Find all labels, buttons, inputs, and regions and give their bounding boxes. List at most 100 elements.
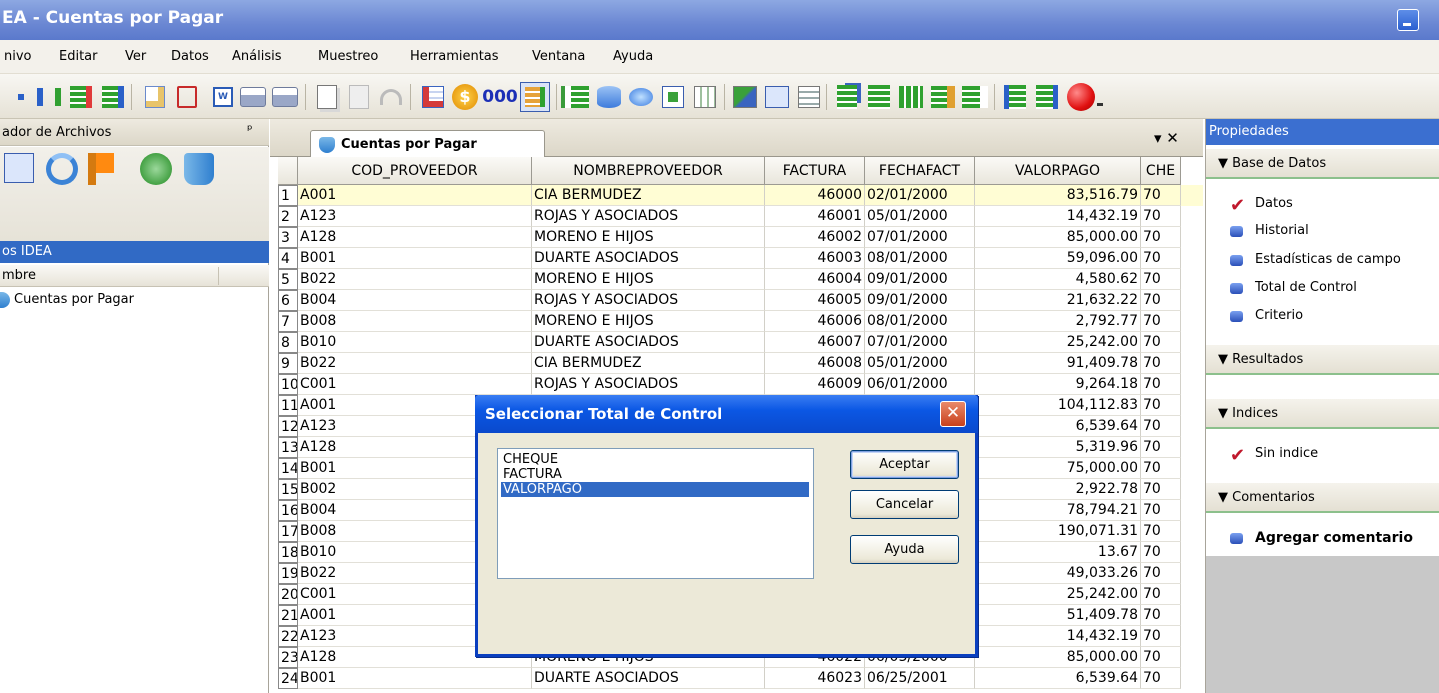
sphere-icon[interactable]: [626, 82, 656, 112]
cheque-cell[interactable]: 70: [1141, 563, 1181, 584]
cheque-cell[interactable]: 70: [1141, 185, 1181, 206]
valorpago-cell[interactable]: 49,033.26: [975, 563, 1141, 584]
menu-archivo[interactable]: nivo: [4, 49, 32, 64]
idea-files-section[interactable]: os IDEA: [0, 241, 269, 263]
menu-muestreo[interactable]: Muestreo: [318, 49, 378, 64]
valorpago-cell[interactable]: 14,432.19: [975, 626, 1141, 647]
edit-icon[interactable]: [140, 82, 170, 112]
cod-proveedor-cell[interactable]: B010: [298, 332, 532, 353]
cod-proveedor-cell[interactable]: A123: [298, 206, 532, 227]
sequence-icon[interactable]: [1032, 82, 1062, 112]
nombreproveedor-cell[interactable]: DUARTE ASOCIADOS: [532, 668, 765, 689]
cod-proveedor-cell[interactable]: B001: [298, 248, 532, 269]
cheque-cell[interactable]: 70: [1141, 416, 1181, 437]
menu-datos[interactable]: Datos: [171, 49, 209, 64]
fechafact-cell[interactable]: 05/01/2000: [865, 353, 975, 374]
cheque-cell[interactable]: 70: [1141, 437, 1181, 458]
factura-cell[interactable]: 46008: [765, 353, 865, 374]
table-row[interactable]: 4 B001 DUARTE ASOCIADOS 46003 08/01/2000 59,0…: [278, 248, 1203, 269]
valorpago-cell[interactable]: 21,632.22: [975, 290, 1141, 311]
fechafact-cell[interactable]: 07/01/2000: [865, 227, 975, 248]
table-row[interactable]: 10 C001 ROJAS Y ASOCIADOS 46009 06/01/2000 9,…: [278, 374, 1203, 395]
menu-ventana[interactable]: Ventana: [532, 49, 585, 64]
section-indices[interactable]: ▼ Indices: [1206, 399, 1439, 429]
nombreproveedor-cell[interactable]: MORENO E HIJOS: [532, 227, 765, 248]
cheque-cell[interactable]: 70: [1141, 626, 1181, 647]
factura-cell[interactable]: 46001: [765, 206, 865, 227]
help-button[interactable]: Ayuda: [850, 535, 959, 564]
report-icon[interactable]: [794, 82, 824, 112]
currency-icon[interactable]: $: [450, 82, 480, 112]
control-total-icon[interactable]: [418, 82, 448, 112]
paste-icon[interactable]: [344, 82, 374, 112]
fechafact-cell[interactable]: 08/01/2000: [865, 311, 975, 332]
factura-cell[interactable]: 46006: [765, 311, 865, 332]
nombreproveedor-cell[interactable]: ROJAS Y ASOCIADOS: [532, 290, 765, 311]
cheque-cell[interactable]: 70: [1141, 542, 1181, 563]
listbox-option-valorpago[interactable]: VALORPAGO: [501, 482, 809, 497]
select-records-icon[interactable]: [690, 82, 720, 112]
cheque-cell[interactable]: 70: [1141, 374, 1181, 395]
cod-proveedor-cell[interactable]: B004: [298, 290, 532, 311]
join-fields-icon[interactable]: [34, 82, 64, 112]
cheque-cell[interactable]: 70: [1141, 290, 1181, 311]
table-row[interactable]: 9 B022 CIA BERMUDEZ 46008 05/01/2000 91,409.7…: [278, 353, 1203, 374]
cod-proveedor-cell[interactable]: C001: [298, 374, 532, 395]
valorpago-cell[interactable]: 78,794.21: [975, 500, 1141, 521]
valorpago-cell[interactable]: 85,000.00: [975, 647, 1141, 668]
cheque-cell[interactable]: 70: [1141, 227, 1181, 248]
cheque-cell[interactable]: 70: [1141, 269, 1181, 290]
insert-field-icon[interactable]: [98, 82, 128, 112]
summarize-icon[interactable]: [832, 82, 862, 112]
statistics-icon[interactable]: [762, 82, 792, 112]
valorpago-cell[interactable]: 104,112.83: [975, 395, 1141, 416]
valorpago-cell[interactable]: 83,516.79: [975, 185, 1141, 206]
append-field-icon[interactable]: [66, 82, 96, 112]
stratify-icon[interactable]: [864, 82, 894, 112]
accept-button[interactable]: Aceptar: [850, 450, 959, 479]
row-number-header[interactable]: [278, 157, 298, 185]
factura-cell[interactable]: 46007: [765, 332, 865, 353]
field-listbox[interactable]: CHEQUE FACTURA VALORPAGO: [497, 448, 814, 579]
print-icon[interactable]: [270, 82, 300, 112]
stop-icon[interactable]: [1066, 82, 1096, 112]
section-resultados[interactable]: ▼ Resultados: [1206, 345, 1439, 375]
menu-editar[interactable]: Editar: [59, 49, 98, 64]
valorpago-cell[interactable]: 25,242.00: [975, 584, 1141, 605]
print-preview-icon[interactable]: [238, 82, 268, 112]
valorpago-cell[interactable]: 6,539.64: [975, 668, 1141, 689]
cod-proveedor-cell[interactable]: B001: [298, 668, 532, 689]
valorpago-cell[interactable]: 2,792.77: [975, 311, 1141, 332]
table-row[interactable]: 8 B010 DUARTE ASOCIADOS 46007 07/01/2000 25,2…: [278, 332, 1203, 353]
sort-icon[interactable]: [520, 82, 550, 112]
nombreproveedor-cell[interactable]: ROJAS Y ASOCIADOS: [532, 374, 765, 395]
minimize-button[interactable]: [1397, 9, 1419, 31]
join-databases-icon[interactable]: [928, 82, 958, 112]
section-comentarios[interactable]: ▼ Comentarios: [1206, 483, 1439, 513]
add-record-icon[interactable]: [658, 82, 688, 112]
cheque-cell[interactable]: 70: [1141, 521, 1181, 542]
cheque-cell[interactable]: 70: [1141, 458, 1181, 479]
factura-cell[interactable]: 46003: [765, 248, 865, 269]
pivot-icon[interactable]: [896, 82, 926, 112]
nombreproveedor-cell[interactable]: DUARTE ASOCIADOS: [532, 248, 765, 269]
cod-proveedor-cell[interactable]: A001: [298, 185, 532, 206]
cheque-cell[interactable]: 70: [1141, 584, 1181, 605]
cheque-cell[interactable]: 70: [1141, 311, 1181, 332]
valorpago-cell[interactable]: 6,539.64: [975, 416, 1141, 437]
fechafact-cell[interactable]: 06/01/2000: [865, 374, 975, 395]
column-header-factura[interactable]: FACTURA: [765, 157, 865, 185]
table-row[interactable]: 24 B001 DUARTE ASOCIADOS 46023 06/25/2001 6,5…: [278, 668, 1203, 689]
database-icon[interactable]: [594, 82, 624, 112]
sum-icon[interactable]: [960, 82, 990, 112]
pdf-icon[interactable]: [172, 82, 202, 112]
fechafact-cell[interactable]: 02/01/2000: [865, 185, 975, 206]
table-row[interactable]: 6 B004 ROJAS Y ASOCIADOS 46005 09/01/2000 21,…: [278, 290, 1203, 311]
menu-herramientas[interactable]: Herramientas: [410, 49, 499, 64]
nombreproveedor-cell[interactable]: DUARTE ASOCIADOS: [532, 332, 765, 353]
table-row[interactable]: 2 A123 ROJAS Y ASOCIADOS 46001 05/01/2000 14,…: [278, 206, 1203, 227]
section-base-de-datos[interactable]: ▼ Base de Datos: [1206, 149, 1439, 179]
cancel-button[interactable]: Cancelar: [850, 490, 959, 519]
factura-cell[interactable]: 46023: [765, 668, 865, 689]
tree-view-icon[interactable]: [4, 153, 34, 183]
